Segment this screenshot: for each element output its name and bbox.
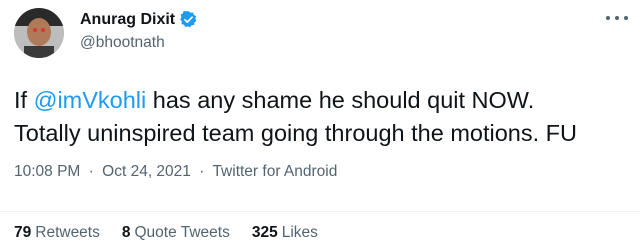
tweet-date[interactable]: Oct 24, 2021: [102, 163, 191, 180]
mention-link[interactable]: @imVkohli: [34, 87, 147, 113]
verified-badge-icon: [179, 10, 198, 29]
more-dot: [624, 16, 628, 20]
retweets-count: 79: [14, 224, 32, 241]
quote-tweets-stat[interactable]: 8 Quote Tweets: [122, 224, 230, 242]
meta-separator: ·: [199, 163, 205, 180]
tweet-source[interactable]: Twitter for Android: [212, 163, 337, 180]
tweet-line-1: If @imVkohli has any shame he should qui…: [14, 84, 634, 117]
tweet-meta: 10:08 PM · Oct 24, 2021 · Twitter for An…: [14, 163, 337, 181]
retweets-label: Retweets: [35, 224, 100, 241]
author-handle[interactable]: @bhootnath: [80, 34, 165, 52]
avatar[interactable]: [14, 8, 64, 58]
likes-stat[interactable]: 325 Likes: [252, 224, 318, 242]
more-dot: [615, 16, 619, 20]
meta-separator: ·: [88, 163, 94, 180]
tweet-card: Anurag Dixit @bhootnath If @imVkohli has…: [0, 0, 640, 252]
tweet-stats: 79 Retweets 8 Quote Tweets 325 Likes: [14, 224, 340, 242]
tweet-text: If @imVkohli has any shame he should qui…: [14, 84, 634, 150]
quote-tweets-label: Quote Tweets: [134, 224, 230, 241]
tweet-time[interactable]: 10:08 PM: [14, 163, 80, 180]
more-icon[interactable]: [606, 13, 628, 23]
tweet-text-prefix: If: [14, 87, 34, 113]
likes-count: 325: [251, 224, 278, 241]
tweet-text-suffix: has any shame he should quit NOW.: [146, 87, 535, 113]
retweets-stat[interactable]: 79 Retweets: [14, 224, 100, 242]
tweet-line-2: Totally uninspired team going through th…: [14, 120, 578, 146]
quote-tweets-count: 8: [121, 224, 131, 241]
divider: [0, 211, 640, 212]
author-name-row[interactable]: Anurag Dixit: [80, 10, 198, 29]
likes-label: Likes: [281, 224, 318, 241]
author-name[interactable]: Anurag Dixit: [80, 11, 175, 29]
more-dot: [606, 16, 610, 20]
